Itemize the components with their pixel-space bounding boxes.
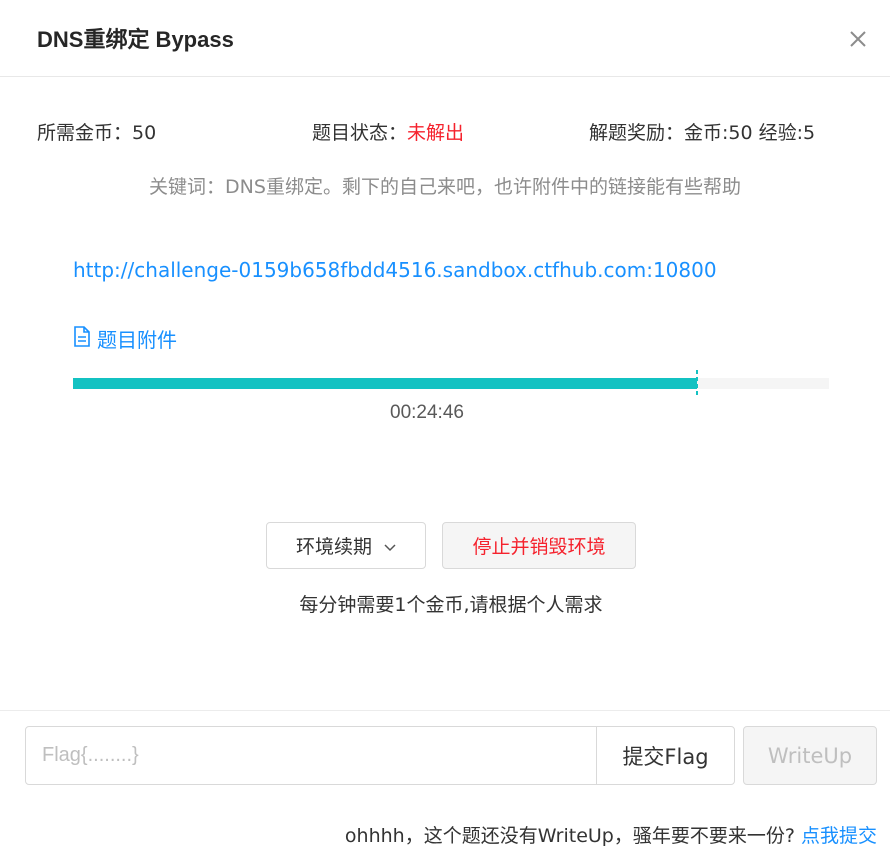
- cost-value: 50: [132, 122, 157, 144]
- reward-value: 金币:50 经验:5: [684, 122, 816, 144]
- challenge-link[interactable]: http://challenge-0159b658fbdd4516.sandbo…: [73, 258, 717, 282]
- footer-note: ohhhh，这个题还没有WriteUp，骚年要不要来一份? 点我提交: [345, 821, 877, 848]
- progress-fill: [73, 378, 698, 389]
- divider: [0, 710, 890, 711]
- flag-input[interactable]: [25, 726, 597, 785]
- reward-label: 解题奖励：: [589, 122, 685, 144]
- time-progress-bar: [73, 370, 829, 397]
- file-icon: [73, 325, 91, 352]
- renew-dropdown-button[interactable]: 环境续期: [266, 522, 426, 569]
- status-label: 题目状态：: [312, 122, 408, 144]
- coin-hint: 每分钟需要1个金币,请根据个人需求: [299, 594, 603, 616]
- countdown-timer: 00:24:46: [390, 402, 464, 423]
- cost-label: 所需金币：: [37, 122, 133, 144]
- progress-marker: [696, 370, 699, 397]
- writeup-button: WriteUp: [743, 726, 877, 785]
- footer-text: ohhhh，这个题还没有WriteUp，骚年要不要来一份?: [344, 825, 795, 847]
- attachment-link[interactable]: 题目附件: [73, 324, 177, 353]
- dialog-title: DNS重绑定 Bypass: [37, 27, 234, 52]
- submit-writeup-link[interactable]: 点我提交: [801, 825, 877, 847]
- dialog-header: DNS重绑定 Bypass: [0, 0, 890, 77]
- attachment-label: 题目附件: [97, 328, 177, 352]
- keywords-text: 关键词：DNS重绑定。剩下的自己来吧，也许附件中的链接能有些帮助: [149, 176, 741, 198]
- close-icon[interactable]: [846, 27, 870, 51]
- renew-label: 环境续期: [295, 536, 372, 558]
- submit-flag-button[interactable]: 提交Flag: [596, 726, 735, 785]
- reward-info: 解题奖励：金币:50 经验:5: [589, 118, 815, 145]
- status-value: 未解出: [407, 122, 465, 144]
- chevron-down-icon: [384, 535, 396, 557]
- status-info: 题目状态：未解出: [312, 118, 464, 145]
- stop-destroy-button[interactable]: 停止并销毁环境: [442, 522, 636, 569]
- cost-info: 所需金币：50: [37, 118, 156, 145]
